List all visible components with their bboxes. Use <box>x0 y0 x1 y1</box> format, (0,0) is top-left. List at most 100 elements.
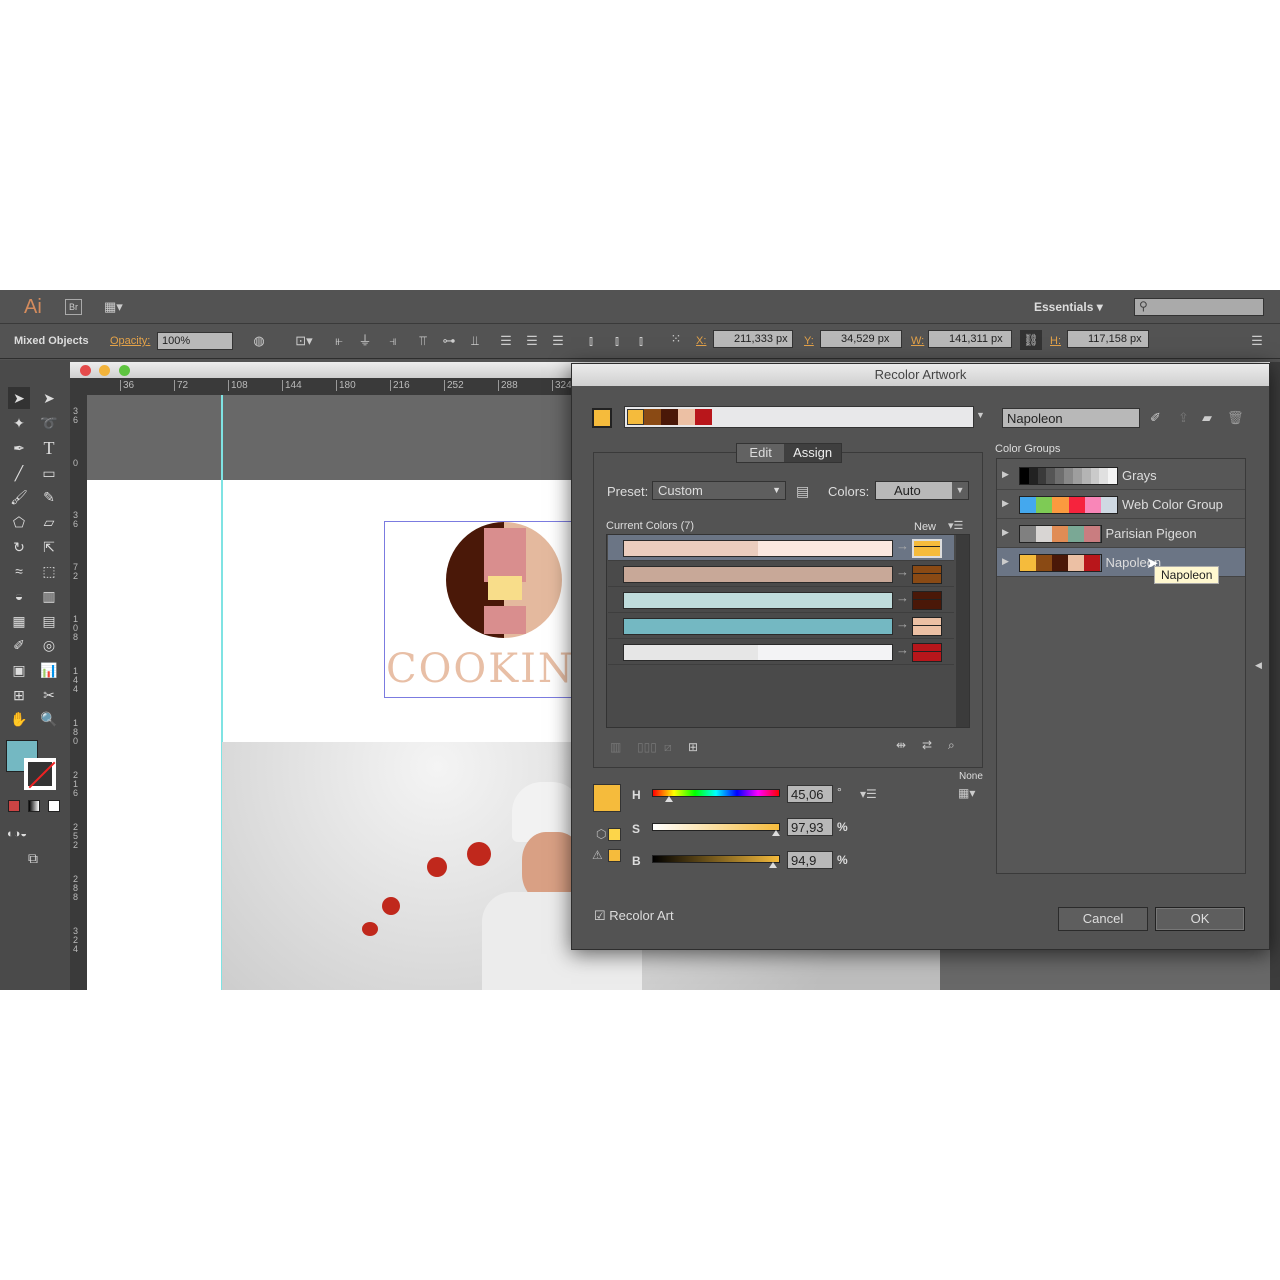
active-color-swatch[interactable] <box>661 409 678 425</box>
current-color-bar[interactable] <box>623 618 893 635</box>
new-group-folder-icon[interactable]: ▰ <box>1202 410 1212 426</box>
h-input[interactable]: 45,06 <box>787 785 833 803</box>
current-color-bar[interactable] <box>623 566 893 583</box>
eyedropper-icon[interactable]: ✐ <box>1150 410 1161 426</box>
magic-wand-tool-icon[interactable]: ✦ <box>8 412 30 434</box>
align-left-icon[interactable]: ⫦ <box>330 333 348 349</box>
distribute-right-icon[interactable]: ⫾ <box>632 333 650 349</box>
align-right-icon[interactable]: ⫣ <box>384 333 402 349</box>
group-name-input[interactable]: Napoleon <box>1002 408 1140 428</box>
search-input[interactable]: ⚲ <box>1134 298 1264 316</box>
free-transform-tool-icon[interactable]: ⬚ <box>38 560 60 582</box>
zoom-tool-icon[interactable]: 🔍 <box>38 708 60 730</box>
maximize-window-button[interactable] <box>119 365 130 376</box>
opacity-input[interactable]: 100% <box>157 332 233 350</box>
color-mode-icon[interactable] <box>8 800 20 812</box>
active-color-swatch[interactable] <box>627 409 644 425</box>
y-input[interactable]: 34,529 px <box>820 330 902 348</box>
w-input[interactable]: 141,311 px <box>928 330 1012 348</box>
new-color-swatch[interactable] <box>912 643 942 662</box>
color-row[interactable]: → <box>608 561 954 587</box>
new-color-swatch[interactable] <box>912 565 942 584</box>
blend-tool-icon[interactable]: ◎ <box>38 634 60 656</box>
lasso-tool-icon[interactable]: ➰ <box>38 412 60 434</box>
constrain-proportions-icon[interactable]: ⛓ <box>1020 330 1042 350</box>
exclude-colors-icon[interactable]: ⧄ <box>664 740 672 755</box>
merge-colors-icon[interactable]: ▥ <box>610 740 621 754</box>
color-group-item[interactable]: ▶ Parisian Pigeon <box>997 519 1245 548</box>
align-bottom-icon[interactable]: ⫫ <box>466 333 484 349</box>
panel-dock[interactable] <box>1270 362 1280 990</box>
color-row[interactable]: → <box>608 587 954 613</box>
color-mode-menu-icon[interactable]: ▾☰ <box>860 787 877 801</box>
rows-scrollbar[interactable] <box>956 535 969 727</box>
mesh-tool-icon[interactable]: ▦ <box>8 610 30 632</box>
align-top-icon[interactable]: ⫪ <box>414 333 432 349</box>
shape-builder-tool-icon[interactable]: ◒ <box>8 585 30 607</box>
arrange-documents-icon[interactable]: ▦▾ <box>104 299 123 315</box>
active-color-swatch[interactable] <box>695 409 712 425</box>
arrow-icon[interactable]: → <box>896 616 909 631</box>
type-tool-icon[interactable]: T <box>38 437 60 459</box>
active-color-swatch[interactable] <box>678 409 695 425</box>
graph-tool-icon[interactable]: 📊 <box>38 659 60 681</box>
eyedropper-tool-icon[interactable]: ✐ <box>8 634 30 656</box>
h-input[interactable]: 117,158 px <box>1067 330 1149 348</box>
save-changes-icon[interactable]: ⇪ <box>1178 410 1189 426</box>
hue-slider[interactable] <box>652 789 780 802</box>
web-safe-swatch[interactable] <box>608 849 621 862</box>
line-tool-icon[interactable]: ╱ <box>8 462 30 484</box>
gradient-tool-icon[interactable]: ▤ <box>38 610 60 632</box>
close-window-button[interactable] <box>80 365 91 376</box>
distribute-left-icon[interactable]: ⫾ <box>582 333 600 349</box>
align-hcenter-icon[interactable]: ⏚ <box>356 333 374 349</box>
current-color-bar[interactable] <box>623 592 893 609</box>
rectangle-tool-icon[interactable]: ▭ <box>38 462 60 484</box>
color-group-item[interactable]: ▶ Grays <box>997 461 1245 490</box>
hue-slider-thumb[interactable] <box>664 796 673 802</box>
preset-dropdown[interactable]: Custom ▼ <box>652 481 786 500</box>
expand-triangle-icon[interactable]: ▶ <box>1002 527 1009 538</box>
brightness-slider[interactable] <box>652 855 780 868</box>
find-colors-icon[interactable]: ⌕ <box>948 738 955 753</box>
tab-edit[interactable]: Edit <box>737 444 785 462</box>
arrow-icon[interactable]: → <box>896 538 909 553</box>
gamut-swatch[interactable] <box>608 828 621 841</box>
tab-assign[interactable]: Assign <box>784 444 841 462</box>
out-of-gamut-icon[interactable]: ⬡ <box>596 827 606 841</box>
ok-button[interactable]: OK <box>1155 907 1245 931</box>
color-reduction-options-icon[interactable]: ▤ <box>796 483 809 500</box>
new-color-swatch[interactable] <box>912 539 942 558</box>
b-input[interactable]: 94,9 <box>787 851 833 869</box>
x-input[interactable]: 211,333 px <box>713 330 793 348</box>
current-color-bar[interactable] <box>623 644 893 661</box>
new-color-swatch[interactable] <box>912 591 942 610</box>
screen-mode-icon[interactable]: ⧉ <box>22 847 44 869</box>
arrow-icon[interactable]: → <box>896 642 909 657</box>
color-group-item[interactable]: ▶ Web Color Group <box>997 490 1245 519</box>
scale-tool-icon[interactable]: ⇱ <box>38 536 60 558</box>
distribute-hcenter-icon[interactable]: ⫾ <box>608 333 626 349</box>
width-tool-icon[interactable]: ≈ <box>8 560 30 582</box>
expand-triangle-icon[interactable]: ▶ <box>1002 469 1009 480</box>
reference-point-icon[interactable]: ⁙ <box>667 331 685 347</box>
color-row[interactable]: → <box>608 613 954 639</box>
active-color-swatch[interactable] <box>644 409 661 425</box>
minimize-window-button[interactable] <box>99 365 110 376</box>
expand-triangle-icon[interactable]: ▶ <box>1002 556 1009 567</box>
opacity-label[interactable]: Opacity: <box>110 335 150 347</box>
stroke-swatch[interactable] <box>24 758 56 790</box>
separate-colors-icon[interactable]: ▯▯▯ <box>637 740 657 754</box>
eraser-tool-icon[interactable]: ▱ <box>38 511 60 533</box>
artboard-tool-icon[interactable]: ⊞ <box>8 684 30 706</box>
delete-icon[interactable]: 🗑 <box>1227 410 1244 426</box>
new-row-icon[interactable]: ⊞ <box>688 740 698 754</box>
selection-tool-icon[interactable]: ➤ <box>8 387 30 409</box>
active-colors-strip[interactable] <box>624 406 974 428</box>
recolor-icon[interactable]: ◍ <box>250 333 268 349</box>
saturation-slider[interactable] <box>652 823 781 836</box>
recolor-art-checkbox[interactable]: ☑ Recolor Art <box>594 908 674 924</box>
s-input[interactable]: 97,93 <box>787 818 833 836</box>
shaper-tool-icon[interactable]: ⬠ <box>8 511 30 533</box>
arrow-icon[interactable]: → <box>896 564 909 579</box>
